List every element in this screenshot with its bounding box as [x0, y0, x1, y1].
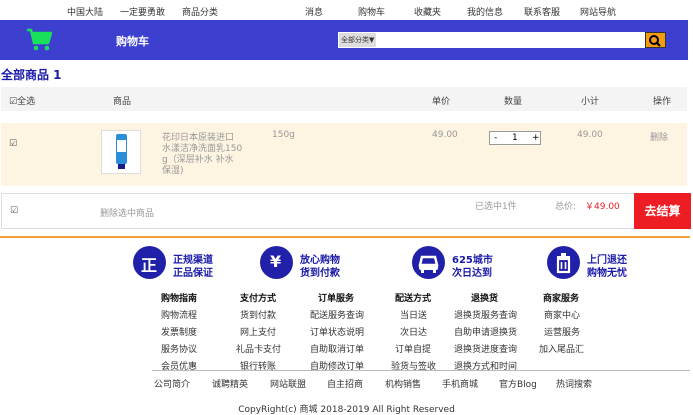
- bottom-select-checkbox[interactable]: ☑: [10, 206, 18, 216]
- page-title: 购物车: [116, 35, 149, 48]
- help-heading: 订单服务: [318, 294, 355, 304]
- divider-line: [0, 236, 690, 238]
- help-link[interactable]: 退换货进度查询: [454, 342, 517, 355]
- help-link[interactable]: 发票制度: [161, 325, 197, 338]
- top-nav-site-map[interactable]: 网站导航: [580, 5, 616, 18]
- total-label: 总价:: [555, 202, 577, 212]
- total-price: ￥49.00: [585, 202, 620, 212]
- selected-count: 已选中1件: [475, 202, 517, 212]
- header-bar: 购物车 全部分类▼: [0, 20, 688, 60]
- car-icon: [412, 246, 445, 279]
- section-title: 全部商品 1: [1, 68, 62, 82]
- header-action: 操作: [653, 97, 672, 107]
- search-category-select[interactable]: 全部分类▼: [339, 33, 377, 47]
- quantity-minus-button[interactable]: -: [494, 133, 497, 143]
- cart-table-header: ☑全选 商品 单价 数量 小计 操作: [1, 87, 687, 111]
- footer-link[interactable]: 机构销售: [385, 377, 421, 390]
- help-link[interactable]: 网上支付: [240, 325, 276, 338]
- product-image[interactable]: [101, 130, 141, 174]
- top-nav: 中国大陆 一定要勇敢 商品分类 消息 购物车 收藏夹 我的信息 联系客服 网站导…: [0, 0, 693, 20]
- genuine-icon: 正: [133, 246, 166, 279]
- cart-summary-bar: ☑ 删除选中商品 已选中1件 总价: ￥49.00 去结算: [1, 193, 691, 229]
- checkout-button[interactable]: 去结算: [634, 193, 691, 229]
- help-link[interactable]: 退换货服务查询: [454, 308, 517, 321]
- search-input[interactable]: 全部分类▼: [338, 32, 645, 48]
- feature-returns-line-2: 购物无忧: [587, 268, 627, 279]
- top-nav-my-info[interactable]: 我的信息: [467, 5, 503, 18]
- help-link[interactable]: 加入尾品汇: [539, 342, 584, 355]
- footer-divider: [152, 370, 690, 371]
- copyright: CopyRight(c) 商城 2018-2019 All Right Rese…: [238, 405, 455, 415]
- yen-icon: ¥: [260, 246, 293, 279]
- delete-item-link[interactable]: 删除: [650, 130, 668, 143]
- product-tube-image: [116, 134, 127, 169]
- select-all-checkbox[interactable]: ☑全选: [9, 94, 35, 107]
- item-subtotal: 49.00: [577, 130, 603, 140]
- help-link[interactable]: 订单状态说明: [310, 325, 364, 338]
- top-nav-support[interactable]: 联系客服: [524, 5, 560, 18]
- help-link[interactable]: 货到付款: [240, 308, 276, 321]
- help-link[interactable]: 自助申请退换货: [454, 325, 517, 338]
- footer-link[interactable]: 热词搜索: [556, 377, 592, 390]
- footer-link[interactable]: 公司简介: [154, 377, 190, 390]
- help-link[interactable]: 次日达: [400, 325, 427, 338]
- help-heading: 支付方式: [240, 294, 277, 304]
- quantity-input[interactable]: 1: [512, 133, 518, 143]
- help-link[interactable]: 当日送: [400, 308, 427, 321]
- help-link[interactable]: 运营服务: [544, 325, 580, 338]
- footer-link[interactable]: 手机商城: [442, 377, 478, 390]
- quantity-stepper: - 1 +: [489, 131, 541, 145]
- trash-icon: [547, 246, 580, 279]
- feature-cod-line-2: 货到付款: [300, 268, 340, 279]
- feature-genuine-line-2b: 正品保证: [173, 268, 213, 279]
- top-nav-cart[interactable]: 购物车: [358, 5, 385, 18]
- footer-link[interactable]: 网站联盟: [270, 377, 306, 390]
- help-heading: 配送方式: [395, 294, 432, 304]
- top-nav-favorites[interactable]: 收藏夹: [414, 5, 441, 18]
- help-heading: 退换货: [471, 294, 499, 304]
- header-subtotal: 小计: [581, 97, 600, 107]
- help-heading: 购物指南: [161, 294, 198, 304]
- footer-link[interactable]: 官方Blog: [499, 377, 537, 390]
- search-button[interactable]: [645, 32, 666, 48]
- search-icon: [649, 35, 661, 47]
- header-product: 商品: [113, 97, 132, 107]
- help-link[interactable]: 自助取消订单: [310, 342, 364, 355]
- item-checkbox[interactable]: ☑: [9, 139, 17, 149]
- header-price: 单价: [432, 97, 451, 107]
- help-link[interactable]: 商家中心: [544, 308, 580, 321]
- help-link[interactable]: 购物流程: [161, 308, 197, 321]
- footer-link[interactable]: 自主招商: [327, 377, 363, 390]
- help-heading: 商家服务: [543, 294, 580, 304]
- delete-selected-link[interactable]: 删除选中商品: [100, 206, 154, 219]
- cart-logo-icon[interactable]: [26, 28, 52, 52]
- top-nav-categories[interactable]: 商品分类: [182, 5, 218, 18]
- help-link[interactable]: 配送服务查询: [310, 308, 364, 321]
- product-spec: 150g: [272, 130, 295, 140]
- top-nav-region[interactable]: 中国大陆: [67, 5, 103, 18]
- top-nav-user[interactable]: 一定要勇敢: [120, 5, 165, 18]
- feature-next-day-line-2: 次日达到: [452, 268, 492, 279]
- quantity-plus-button[interactable]: +: [532, 133, 540, 143]
- top-nav-messages[interactable]: 消息: [305, 5, 323, 18]
- product-name-line-4[interactable]: 保湿): [162, 163, 184, 176]
- help-link[interactable]: 订单自提: [395, 342, 431, 355]
- help-link[interactable]: 礼品卡支付: [236, 342, 281, 355]
- cart-item-row: ☑ 花印日本原装进口 水漾洁净洗面乳150 g（深层补水 补水 保湿) 150g…: [1, 123, 687, 186]
- footer-link[interactable]: 诚聘精英: [212, 377, 248, 390]
- header-quantity: 数量: [504, 97, 523, 107]
- unit-price: 49.00: [432, 130, 458, 140]
- help-link[interactable]: 服务协议: [161, 342, 197, 355]
